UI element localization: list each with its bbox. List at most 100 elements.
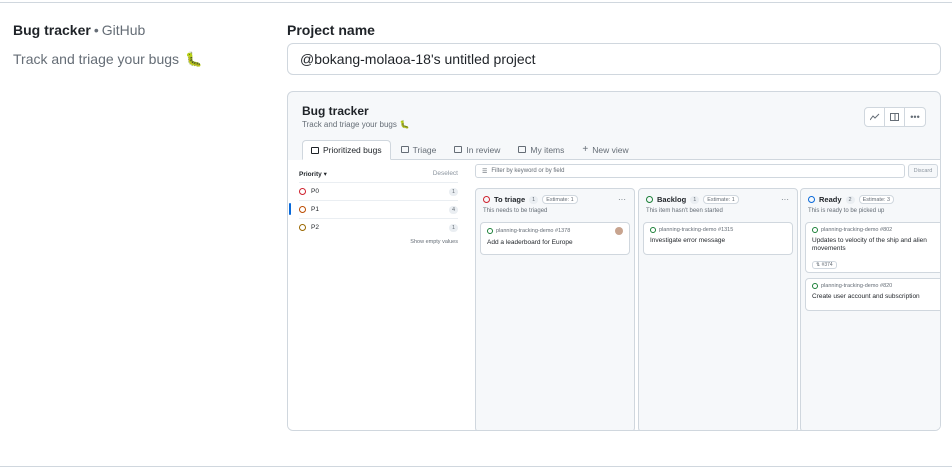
issue-card: planning-tracking-demo #820 Create user … [805, 278, 940, 311]
issue-card: planning-tracking-demo #1315 Investigate… [643, 222, 793, 255]
issue-open-icon [812, 227, 818, 233]
priority-label: P0 [311, 188, 319, 195]
filter-placeholder: Filter by keyword or by field [491, 168, 565, 174]
board-column-backlog: Backlog 1 Estimate: 1 ··· This item hasn… [638, 188, 798, 430]
priority-item-p2: P2 1 [299, 218, 458, 236]
preview-description-text: Track and triage your bugs [302, 120, 397, 129]
card-meta: planning-tracking-demo #820 [812, 283, 940, 289]
column-estimate: Estimate: 1 [703, 195, 739, 204]
filter-icon: ☰ [482, 168, 488, 175]
deselect-link: Deselect [432, 170, 458, 177]
priority-count: 4 [449, 205, 458, 214]
preview-view-tabs: Prioritized bugs Triage In review My ite… [302, 140, 940, 160]
preview-description: Track and triage your bugs 🐛 [302, 120, 410, 129]
column-header: To triage 1 Estimate: 1 ··· [483, 195, 626, 204]
tab-label: In review [466, 144, 501, 155]
board-column-to-triage: To triage 1 Estimate: 1 ··· This needs t… [475, 188, 635, 430]
table-icon [400, 146, 409, 153]
bottom-divider [0, 466, 952, 467]
preview-body: Priority ▾ Deselect P0 1 P1 4 P2 1 Show … [288, 160, 940, 430]
card-meta: planning-tracking-demo #1378 [487, 227, 623, 235]
issue-open-icon [650, 227, 656, 233]
kebab-menu-icon: ··· [618, 195, 626, 204]
card-ref: planning-tracking-demo #820 [821, 283, 893, 289]
column-subtitle: This is ready to be picked up [808, 208, 885, 214]
column-subtitle: This needs to be triaged [483, 208, 548, 214]
column-title: To triage [494, 195, 526, 204]
board-column-ready: Ready 2 Estimate: 3 This is ready to be … [800, 188, 940, 430]
priority-label: P2 [311, 224, 319, 231]
status-ring-icon [299, 206, 306, 213]
card-meta: planning-tracking-demo #1315 [650, 227, 786, 233]
template-name: Bug tracker [13, 22, 91, 38]
priority-label: P1 [311, 206, 319, 213]
tab-prioritized-bugs: Prioritized bugs [302, 140, 391, 160]
column-subtitle: This item hasn't been started [646, 208, 723, 214]
card-title: Updates to velocity of the ship and alie… [812, 237, 927, 252]
issue-card: planning-tracking-demo #802 Updates to v… [805, 222, 940, 273]
project-name-label: Project name [287, 22, 375, 38]
template-preview: Bug tracker Track and triage your bugs 🐛… [287, 91, 941, 431]
card-title: Add a leaderboard for Europe [487, 239, 573, 246]
status-ring-icon [646, 196, 653, 203]
tab-my-items: My items [510, 140, 572, 159]
status-ring-icon [808, 196, 815, 203]
column-estimate: Estimate: 3 [858, 195, 895, 204]
issue-open-icon [812, 283, 818, 289]
priority-count: 1 [449, 223, 458, 232]
bug-emoji-icon: 🐛 [185, 51, 203, 67]
template-owner: GitHub [101, 22, 146, 38]
priority-item-p0: P0 1 [299, 182, 458, 200]
tab-new-view: + New view [574, 140, 636, 159]
status-ring-icon [299, 224, 306, 231]
bug-emoji-icon: 🐛 [399, 120, 410, 129]
top-divider [0, 2, 952, 3]
title-separator: • [93, 22, 99, 38]
priority-sidebar: Priority ▾ Deselect P0 1 P1 4 P2 1 Show … [288, 160, 470, 430]
preview-actions: ••• [864, 107, 926, 127]
template-description: Track and triage your bugs 🐛 [13, 50, 263, 68]
table-icon [454, 146, 463, 153]
plus-icon: + [582, 144, 589, 155]
show-empty-values: Show empty values [410, 239, 458, 245]
card-ref: planning-tracking-demo #802 [821, 227, 893, 233]
priority-heading: Priority ▾ [299, 171, 327, 178]
priority-header: Priority ▾ Deselect [299, 170, 458, 178]
tab-label: My items [530, 144, 565, 155]
template-title: Bug tracker • GitHub [13, 21, 263, 39]
board-icon [311, 146, 319, 154]
tab-label: Prioritized bugs [323, 145, 382, 155]
column-estimate: Estimate: 1 [542, 195, 578, 204]
preview-title: Bug tracker [302, 104, 369, 118]
insights-icon [865, 108, 885, 126]
priority-item-p1: P1 4 [299, 200, 458, 218]
column-header: Ready 2 Estimate: 3 [808, 195, 940, 204]
column-count: 1 [690, 195, 700, 204]
card-title: Create user account and subscription [812, 293, 920, 300]
column-title: Ready [819, 195, 842, 204]
linked-issue-tag: ⇅ #374 [812, 261, 837, 269]
panel-icon [885, 108, 905, 126]
card-ref: planning-tracking-demo #1378 [496, 228, 571, 234]
issue-card: planning-tracking-demo #1378 Add a leade… [480, 222, 630, 255]
kebab-menu-icon: ··· [781, 195, 789, 204]
status-ring-icon [483, 196, 490, 203]
template-info: Bug tracker • GitHub Track and triage your… [13, 21, 263, 68]
discard-button: Discard [908, 164, 938, 178]
tab-in-review: In review [446, 140, 508, 159]
card-meta: planning-tracking-demo #802 [812, 227, 940, 233]
tab-triage: Triage [393, 140, 445, 159]
column-count: 2 [845, 195, 855, 204]
tab-label: Triage [412, 144, 437, 155]
column-title: Backlog [657, 195, 687, 204]
priority-count: 1 [449, 187, 458, 196]
card-ref: planning-tracking-demo #1315 [659, 227, 734, 233]
project-name-input[interactable] [287, 43, 941, 75]
status-ring-icon [299, 188, 306, 195]
table-icon [518, 146, 527, 153]
tab-label: New view [592, 144, 629, 155]
template-description-text: Track and triage your bugs [13, 51, 180, 67]
filter-bar: ☰ Filter by keyword or by field [475, 164, 905, 178]
column-count: 1 [529, 195, 539, 204]
column-header: Backlog 1 Estimate: 1 ··· [646, 195, 789, 204]
